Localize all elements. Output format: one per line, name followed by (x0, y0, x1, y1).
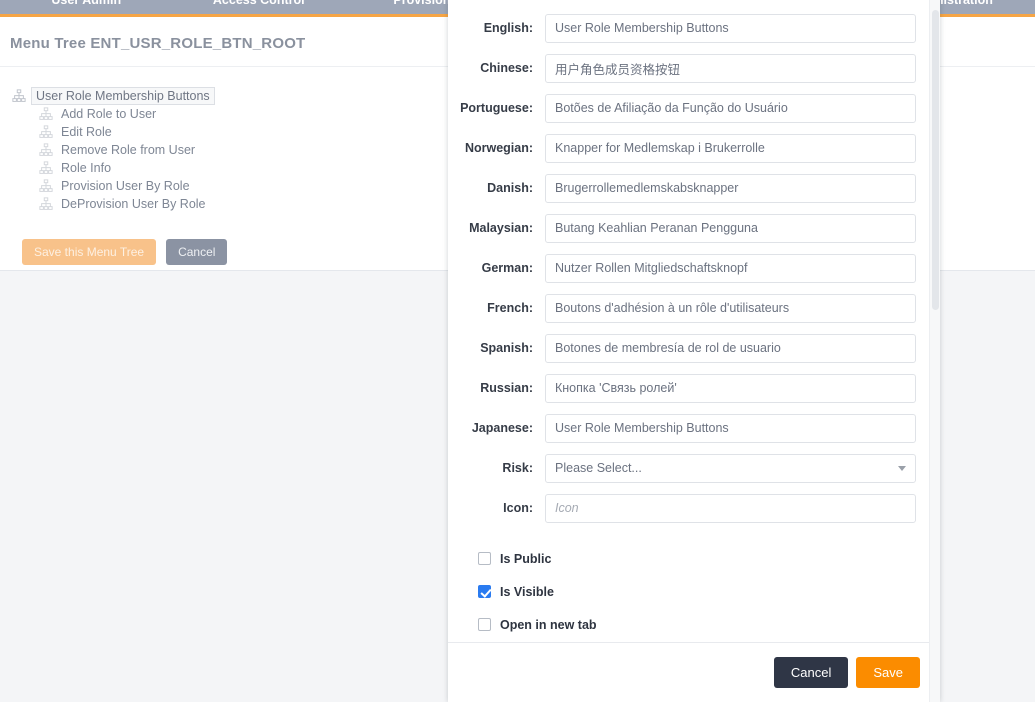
checkbox-is-visible[interactable] (478, 585, 491, 598)
field-label-german: German: (481, 261, 533, 275)
modal-footer: Cancel Save (448, 642, 940, 702)
field-row-portuguese: Portuguese: (448, 88, 940, 128)
field-label-malaysian: Malaysian: (469, 221, 533, 235)
field-row-chinese: Chinese: (448, 48, 940, 88)
checkbox-row-is-visible[interactable]: Is Visible (478, 575, 940, 608)
tree-node[interactable]: User Role Membership Buttons (12, 87, 215, 105)
translation-fields: English: Chinese: Portuguese: Norwegian: Dan… (448, 8, 940, 528)
english-input[interactable] (545, 13, 916, 43)
field-row-spanish: Spanish: (448, 328, 940, 368)
sitemap-icon (39, 161, 53, 175)
modal-scrollbar[interactable] (929, 0, 940, 702)
cancel-button[interactable]: Cancel (773, 656, 849, 689)
save-button[interactable]: Save (856, 656, 920, 689)
field-row-french: French: (448, 288, 940, 328)
tree-node[interactable]: Add Role to User (39, 105, 215, 123)
tree-node-label: Add Role to User (61, 107, 157, 121)
field-label-french: French: (487, 301, 533, 315)
german-input[interactable] (545, 253, 916, 283)
checkbox-open-in-new-tab[interactable] (478, 618, 491, 631)
tree-node[interactable]: Edit Role (39, 123, 215, 141)
checkbox-is-public[interactable] (478, 552, 491, 565)
russian-input[interactable] (545, 373, 916, 403)
field-row-english: English: (448, 8, 940, 48)
tree-action-buttons: Save this Menu Tree Cancel (22, 239, 228, 266)
sitemap-icon (39, 125, 53, 139)
spanish-input[interactable] (545, 333, 916, 363)
tree-node[interactable]: DeProvision User By Role (39, 195, 215, 213)
tree-node[interactable]: Provision User By Role (39, 177, 215, 195)
field-label-chinese: Chinese: (480, 61, 533, 75)
japanese-input[interactable] (545, 413, 916, 443)
danish-input[interactable] (545, 173, 916, 203)
norwegian-input[interactable] (545, 133, 916, 163)
checkbox-row-open-in-new-tab[interactable]: Open in new tab (478, 608, 940, 641)
field-label-icon: Icon: (503, 501, 533, 515)
field-label-japanese: Japanese: (471, 421, 533, 435)
risk-select[interactable] (545, 453, 916, 483)
chinese-input[interactable] (545, 53, 916, 83)
field-row-german: German: (448, 248, 940, 288)
tree-node[interactable]: Remove Role from User (39, 141, 215, 159)
checkbox-label-open-in-new-tab: Open in new tab (500, 617, 597, 632)
menu-tree: User Role Membership Buttons Add Role to … (12, 87, 215, 213)
checkbox-label-is-visible: Is Visible (500, 584, 554, 599)
tree-node-label: Provision User By Role (61, 179, 190, 193)
tree-node-label: DeProvision User By Role (61, 197, 206, 211)
sitemap-icon (12, 89, 26, 103)
field-row-malaysian: Malaysian: (448, 208, 940, 248)
tree-node-label: Role Info (61, 161, 112, 175)
tree-node[interactable]: Role Info (39, 159, 215, 177)
nav-item-user-admin[interactable]: User Admin (0, 0, 173, 14)
modal-scrollbar-thumb[interactable] (932, 10, 939, 310)
tree-node-label: Remove Role from User (61, 143, 196, 157)
option-checkboxes: Is Public Is Visible Open in new tab (448, 528, 940, 641)
field-row-norwegian: Norwegian: (448, 128, 940, 168)
field-label-russian: Russian: (480, 381, 533, 395)
field-row-risk: Risk: (448, 448, 940, 488)
checkbox-label-is-public: Is Public (500, 551, 552, 566)
field-label-danish: Danish: (487, 181, 533, 195)
menu-item-edit-modal: English: Chinese: Portuguese: Norwegian: Dan… (448, 0, 940, 702)
select-wrapper-risk (545, 453, 916, 483)
field-row-icon: Icon: (448, 488, 940, 528)
icon-input[interactable] (545, 493, 916, 523)
malaysian-input[interactable] (545, 213, 916, 243)
field-label-risk: Risk: (502, 461, 533, 475)
french-input[interactable] (545, 293, 916, 323)
sitemap-icon (39, 179, 53, 193)
field-row-japanese: Japanese: (448, 408, 940, 448)
field-label-portuguese: Portuguese: (460, 101, 533, 115)
cancel-menu-tree-button[interactable]: Cancel (166, 239, 228, 266)
sitemap-icon (39, 107, 53, 121)
field-label-english: English: (483, 21, 533, 35)
nav-item-access-control[interactable]: Access Control (173, 0, 346, 26)
field-label-norwegian: Norwegian: (464, 141, 533, 155)
field-row-russian: Russian: (448, 368, 940, 408)
checkbox-row-is-public[interactable]: Is Public (478, 542, 940, 575)
modal-body: English: Chinese: Portuguese: Norwegian: Dan… (448, 0, 940, 642)
field-label-spanish: Spanish: (480, 341, 533, 355)
sitemap-icon (39, 197, 53, 211)
field-row-danish: Danish: (448, 168, 940, 208)
tree-node-label: Edit Role (61, 125, 112, 139)
page-title: Menu Tree ENT_USR_ROLE_BTN_ROOT (10, 35, 306, 52)
sitemap-icon (39, 143, 53, 157)
tree-node-label: User Role Membership Buttons (31, 87, 215, 105)
portuguese-input[interactable] (545, 93, 916, 123)
save-menu-tree-button[interactable]: Save this Menu Tree (22, 239, 157, 266)
